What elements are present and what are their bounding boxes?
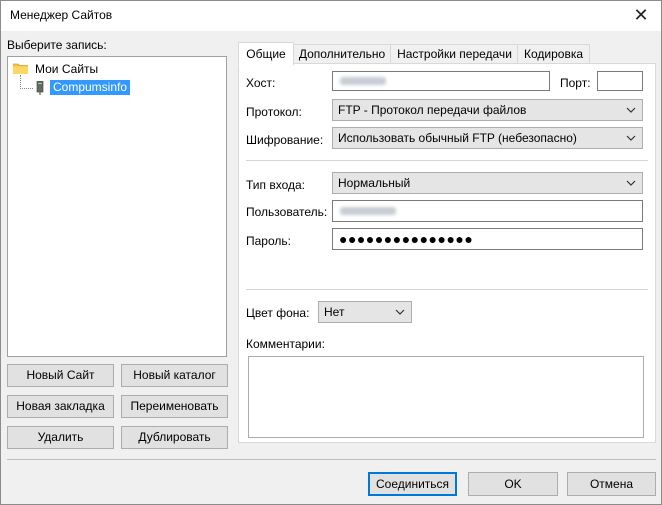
new-bookmark-button[interactable]: Новая закладка <box>7 395 114 418</box>
tab-charset[interactable]: Кодировка <box>517 44 590 64</box>
comments-label: Комментарии: <box>246 337 325 351</box>
encryption-value: Использовать обычный FTP (небезопасно) <box>338 131 577 145</box>
password-label: Пароль: <box>246 234 291 248</box>
user-input[interactable] <box>332 200 643 222</box>
folder-icon <box>13 63 28 74</box>
bg-color-value: Нет <box>324 305 345 319</box>
protocol-select[interactable]: FTP - Протокол передачи файлов <box>332 99 643 121</box>
title-bar: Менеджер Сайтов ✕ <box>1 1 661 31</box>
protocol-label: Протокол: <box>246 105 302 119</box>
user-label: Пользователь: <box>246 205 328 219</box>
user-value-blurred <box>340 207 396 215</box>
logon-type-label: Тип входа: <box>246 178 305 192</box>
connect-button[interactable]: Соединиться <box>368 472 457 496</box>
logon-type-value: Нормальный <box>338 176 411 190</box>
port-input[interactable] <box>597 71 643 91</box>
rename-button[interactable]: Переименовать <box>121 395 228 418</box>
tab-general[interactable]: Общие <box>238 42 294 66</box>
bg-color-label: Цвет фона: <box>246 306 310 320</box>
tab-advanced[interactable]: Дополнительно <box>292 44 392 64</box>
logon-type-select[interactable]: Нормальный <box>332 172 643 194</box>
tree-root-my-sites[interactable]: Мои Сайты <box>35 62 98 76</box>
ok-button[interactable]: OK <box>468 472 558 496</box>
tree-connector <box>20 75 21 89</box>
select-entry-label: Выберите запись: <box>7 38 107 52</box>
window-title: Менеджер Сайтов <box>10 8 113 22</box>
bg-color-select[interactable]: Нет <box>318 301 412 323</box>
tree-item-site[interactable]: Compumsinfo <box>50 80 131 95</box>
footer-separator <box>7 459 656 460</box>
password-value: ●●●●●●●●●●●●●●● <box>339 231 474 247</box>
chevron-down-icon <box>395 309 405 315</box>
port-label: Порт: <box>560 76 591 90</box>
host-label: Хост: <box>246 76 276 90</box>
chevron-down-icon <box>626 180 636 186</box>
server-icon <box>36 81 44 95</box>
password-input[interactable]: ●●●●●●●●●●●●●●● <box>332 228 643 250</box>
comments-textarea[interactable] <box>248 356 644 438</box>
encryption-label: Шифрование: <box>246 133 324 147</box>
encryption-select[interactable]: Использовать обычный FTP (небезопасно) <box>332 127 643 149</box>
tab-transfer-settings[interactable]: Настройки передачи <box>390 44 519 64</box>
site-manager-window: Менеджер Сайтов ✕ Выберите запись: Мои С… <box>0 0 662 505</box>
new-folder-button[interactable]: Новый каталог <box>121 364 228 387</box>
new-site-button[interactable]: Новый Сайт <box>7 364 114 387</box>
separator <box>246 160 648 161</box>
duplicate-button[interactable]: Дублировать <box>121 426 228 449</box>
close-icon[interactable]: ✕ <box>627 4 655 28</box>
general-tab-panel: Хост: Порт: Протокол: FTP - Протокол пер… <box>238 63 656 443</box>
host-input[interactable] <box>332 71 550 91</box>
protocol-value: FTP - Протокол передачи файлов <box>338 103 527 117</box>
delete-button[interactable]: Удалить <box>7 426 114 449</box>
host-value-blurred <box>340 77 386 85</box>
separator <box>246 289 648 290</box>
chevron-down-icon <box>626 135 636 141</box>
cancel-button[interactable]: Отмена <box>567 472 656 496</box>
tree-connector <box>20 88 33 89</box>
chevron-down-icon <box>626 107 636 113</box>
site-tree[interactable]: Мои Сайты Compumsinfo <box>7 56 227 357</box>
